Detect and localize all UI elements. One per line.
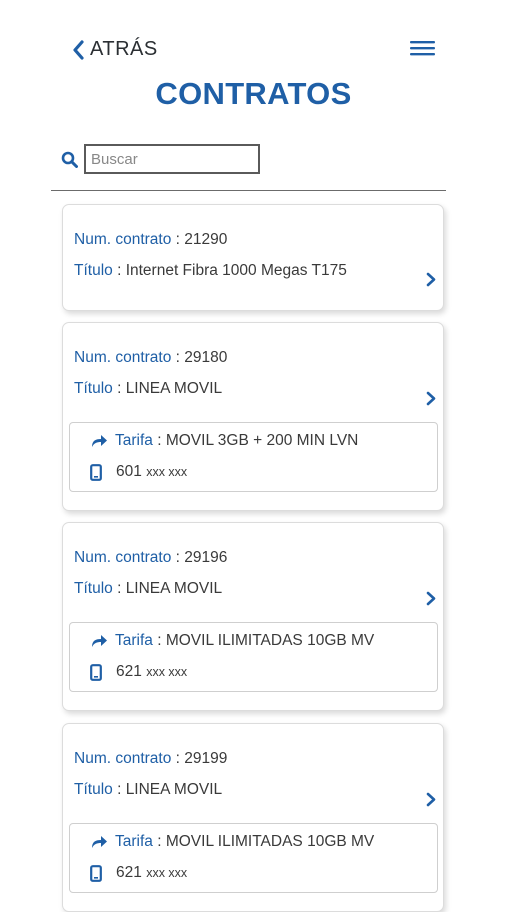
- back-label: ATRÁS: [90, 38, 158, 60]
- chevron-right-icon[interactable]: [426, 792, 436, 807]
- search-icon: [61, 151, 78, 168]
- menu-button[interactable]: [410, 40, 435, 63]
- tariff-box: Tarifa : MOVIL ILIMITADAS 10GB MV 621 xx…: [69, 823, 438, 893]
- tariff-value: MOVIL 3GB + 200 MIN LVN: [165, 432, 359, 449]
- mobile-phone-icon: [90, 864, 102, 882]
- contract-card[interactable]: Num. contrato : 21290 Título : Internet …: [62, 204, 444, 311]
- contract-title-label: Título: [74, 781, 113, 798]
- tariff-value: MOVIL ILIMITADAS 10GB MV: [165, 833, 375, 850]
- phone-row: 601 xxx xxx: [90, 463, 187, 481]
- tariff-box: Tarifa : MOVIL 3GB + 200 MIN LVN 601 xxx…: [69, 422, 438, 492]
- contract-number-label: Num. contrato: [74, 231, 172, 248]
- mobile-phone-icon: [90, 463, 102, 481]
- contract-title-value: Internet Fibra 1000 Megas T175: [125, 262, 347, 279]
- contract-number-label: Num. contrato: [74, 750, 172, 767]
- back-button[interactable]: ATRÁS: [72, 38, 158, 61]
- contract-number-value: 29196: [184, 549, 228, 566]
- contract-title-label: Título: [74, 380, 113, 397]
- contract-number-label: Num. contrato: [74, 349, 172, 366]
- contract-number-value: 29199: [184, 750, 228, 767]
- contract-card[interactable]: Num. contrato : 29196 Título : LINEA MOV…: [62, 522, 444, 711]
- contract-number-row: Num. contrato : 29180: [74, 349, 228, 366]
- phone-row: 621 xxx xxx: [90, 663, 187, 681]
- phone-row: 621 xxx xxx: [90, 864, 187, 882]
- contract-number-row: Num. contrato : 29196: [74, 549, 228, 566]
- tariff-value: MOVIL ILIMITADAS 10GB MV: [165, 632, 375, 649]
- contract-title-label: Título: [74, 580, 113, 597]
- contract-title-row: Título : Internet Fibra 1000 Megas T175: [74, 262, 347, 279]
- contract-card[interactable]: Num. contrato : 29199 Título : LINEA MOV…: [62, 723, 444, 912]
- tariff-box: Tarifa : MOVIL ILIMITADAS 10GB MV 621 xx…: [69, 622, 438, 692]
- mobile-phone-icon: [90, 663, 102, 681]
- contract-card[interactable]: Num. contrato : 29180 Título : LINEA MOV…: [62, 322, 444, 511]
- page-title: CONTRATOS: [155, 76, 352, 111]
- phone-masked: xxx xxx: [146, 465, 188, 479]
- divider: [51, 190, 446, 191]
- tariff-row: Tarifa : MOVIL ILIMITADAS 10GB MV: [90, 833, 374, 851]
- tariff-row: Tarifa : MOVIL ILIMITADAS 10GB MV: [90, 632, 374, 650]
- phone-prefix: 621: [116, 663, 142, 680]
- share-arrow-icon: [92, 635, 107, 647]
- phone-masked: xxx xxx: [146, 866, 188, 880]
- contract-title-row: Título : LINEA MOVIL: [74, 580, 223, 597]
- phone-masked: xxx xxx: [146, 665, 188, 679]
- chevron-left-icon: [73, 39, 84, 60]
- contract-title-value: LINEA MOVIL: [125, 580, 223, 597]
- contract-title-value: LINEA MOVIL: [125, 781, 223, 798]
- contract-number-row: Num. contrato : 21290: [74, 231, 228, 248]
- contract-number-value: 29180: [184, 349, 228, 366]
- tariff-label: Tarifa: [115, 833, 153, 850]
- phone-prefix: 621: [116, 864, 142, 881]
- contract-title-row: Título : LINEA MOVIL: [74, 380, 223, 397]
- tariff-row: Tarifa : MOVIL 3GB + 200 MIN LVN: [90, 432, 358, 450]
- contract-title-label: Título: [74, 262, 113, 279]
- share-arrow-icon: [92, 836, 107, 848]
- share-arrow-icon: [92, 435, 107, 447]
- contract-title-row: Título : LINEA MOVIL: [74, 781, 223, 798]
- search-input[interactable]: [84, 144, 260, 174]
- chevron-right-icon[interactable]: [426, 272, 436, 287]
- tariff-label: Tarifa: [115, 432, 153, 449]
- hamburger-menu-icon: [410, 41, 435, 56]
- phone-prefix: 601: [116, 463, 142, 480]
- chevron-right-icon[interactable]: [426, 391, 436, 406]
- contract-number-value: 21290: [184, 231, 228, 248]
- contract-title-value: LINEA MOVIL: [125, 380, 223, 397]
- tariff-label: Tarifa: [115, 632, 153, 649]
- contract-number-label: Num. contrato: [74, 549, 172, 566]
- chevron-right-icon[interactable]: [426, 591, 436, 606]
- contract-number-row: Num. contrato : 29199: [74, 750, 228, 767]
